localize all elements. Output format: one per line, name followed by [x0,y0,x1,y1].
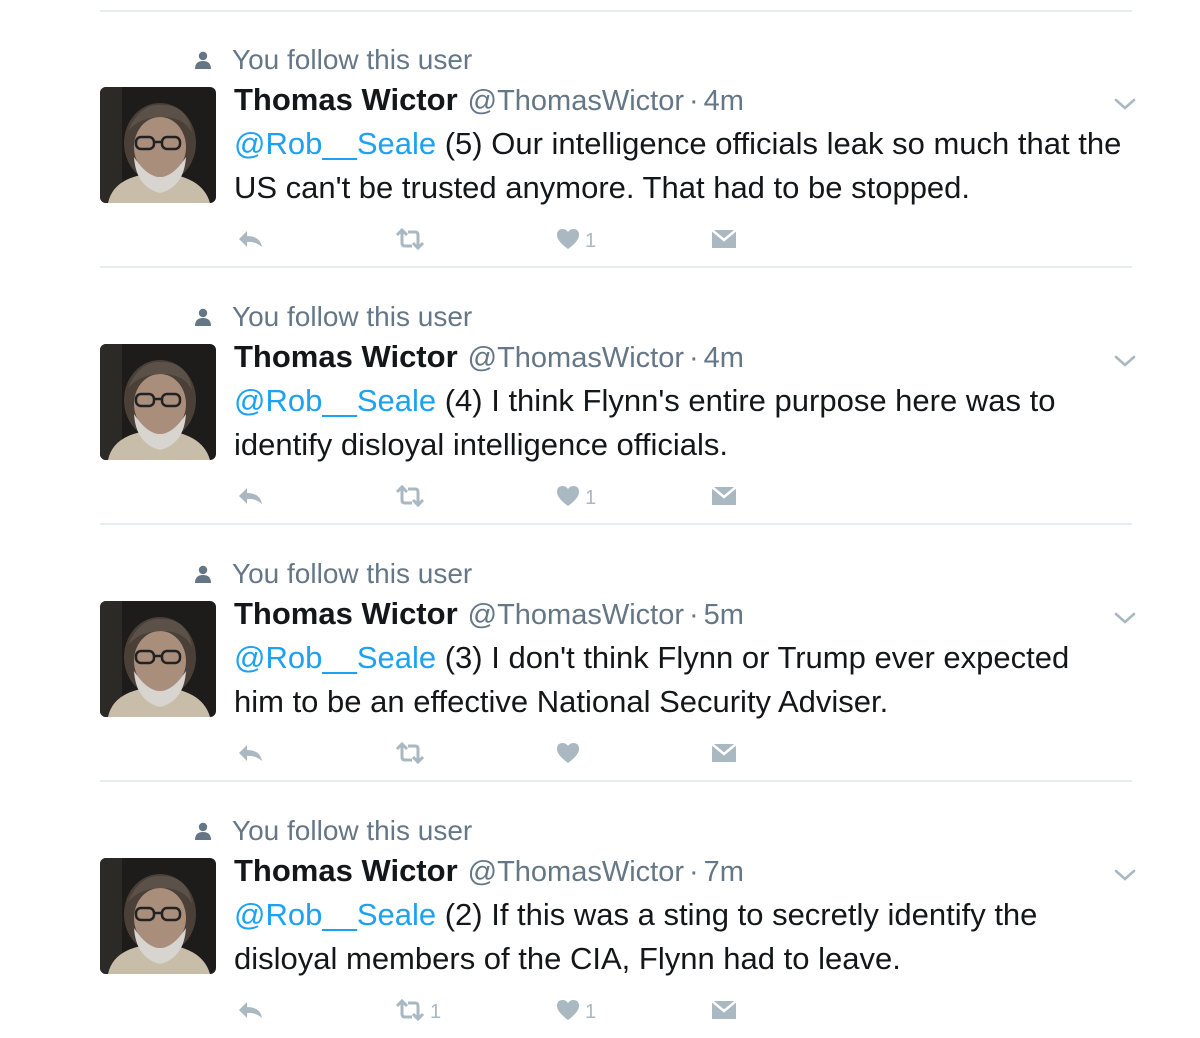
tweet-4[interactable]: You follow this user Thomas Wictor @Thom… [0,781,1200,1038]
retweet-button[interactable] [394,483,430,513]
like-button[interactable]: 1 [555,997,596,1027]
tweet-text: @Rob__Seale (4) I think Flynn's entire p… [234,379,1124,467]
like-button[interactable]: 1 [555,483,596,513]
tweet-text: @Rob__Seale (2) If this was a sting to s… [234,893,1124,981]
tweet-text: @Rob__Seale (3) I don't think Flynn or T… [234,636,1124,724]
author-handle[interactable]: @ThomasWictor [468,342,684,375]
direct-message-button[interactable] [711,483,737,513]
user-icon [192,820,214,842]
direct-message-button[interactable] [711,997,737,1027]
tweet-actions [0,740,1200,770]
like-button[interactable]: 1 [555,226,596,256]
tweet-2[interactable]: You follow this user Thomas Wictor @Thom… [0,267,1200,525]
avatar[interactable] [100,87,216,203]
retweet-count: 1 [430,1000,442,1023]
social-context-text: You follow this user [232,301,473,332]
reply-icon [236,741,264,770]
social-context-text: You follow this user [232,44,473,75]
like-count: 1 [585,486,597,509]
retweet-icon [394,998,426,1027]
timestamp[interactable]: 4m [704,342,744,375]
mention-link[interactable]: @Rob__Seale [234,897,436,932]
retweet-button[interactable] [394,226,430,256]
tweet-1[interactable]: You follow this user Thomas Wictor @Thom… [0,10,1200,268]
author-handle[interactable]: @ThomasWictor [468,599,684,632]
tweet-text: @Rob__Seale (5) Our intelligence officia… [234,122,1124,210]
reply-button[interactable] [236,997,264,1027]
avatar[interactable] [100,344,216,460]
timestamp[interactable]: 4m [704,85,744,118]
mention-link[interactable]: @Rob__Seale [234,383,436,418]
author-name[interactable]: Thomas Wictor [234,596,458,632]
reply-icon [236,998,264,1027]
social-context: You follow this user [192,554,472,594]
tweet-header: Thomas Wictor @ThomasWictor · 4m [234,339,744,383]
social-context: You follow this user [192,297,472,337]
social-context: You follow this user [192,811,472,851]
timestamp[interactable]: 7m [704,856,744,889]
social-context-text: You follow this user [232,558,473,589]
chevron-down-icon[interactable] [1112,865,1138,885]
separator-dot: · [689,599,699,631]
author-name[interactable]: Thomas Wictor [234,853,458,889]
author-handle[interactable]: @ThomasWictor [468,85,684,118]
tweet-header: Thomas Wictor @ThomasWictor · 7m [234,853,744,897]
heart-icon [555,998,581,1027]
tweet-actions: 1 1 [0,997,1200,1027]
tweet-actions: 1 [0,483,1200,513]
direct-message-button[interactable] [711,740,737,770]
reply-button[interactable] [236,226,264,256]
timestamp[interactable]: 5m [704,599,744,632]
tweet-header: Thomas Wictor @ThomasWictor · 4m [234,82,744,126]
reply-icon [236,484,264,513]
envelope-icon [711,742,737,769]
tweet-3[interactable]: You follow this user Thomas Wictor @Thom… [0,524,1200,782]
social-context: You follow this user [192,40,472,80]
like-count: 1 [585,1000,597,1023]
separator-dot: · [689,85,699,117]
direct-message-button[interactable] [711,226,737,256]
avatar[interactable] [100,858,216,974]
retweet-button[interactable] [394,740,430,770]
avatar[interactable] [100,601,216,717]
retweet-icon [394,484,426,513]
like-button[interactable] [555,740,585,770]
user-icon [192,306,214,328]
reply-button[interactable] [236,483,264,513]
reply-icon [236,227,264,256]
heart-icon [555,227,581,256]
reply-button[interactable] [236,740,264,770]
chevron-down-icon[interactable] [1112,94,1138,114]
retweet-icon [394,741,426,770]
social-context-text: You follow this user [232,815,473,846]
envelope-icon [711,228,737,255]
heart-icon [555,741,581,770]
envelope-icon [711,999,737,1026]
chevron-down-icon[interactable] [1112,351,1138,371]
user-icon [192,49,214,71]
mention-link[interactable]: @Rob__Seale [234,126,436,161]
like-count: 1 [585,229,597,252]
heart-icon [555,484,581,513]
author-handle[interactable]: @ThomasWictor [468,856,684,889]
author-name[interactable]: Thomas Wictor [234,82,458,118]
tweet-actions: 1 [0,226,1200,256]
separator-dot: · [689,856,699,888]
retweet-icon [394,227,426,256]
envelope-icon [711,485,737,512]
user-icon [192,563,214,585]
retweet-button[interactable]: 1 [394,997,441,1027]
chevron-down-icon[interactable] [1112,608,1138,628]
separator-dot: · [689,342,699,374]
author-name[interactable]: Thomas Wictor [234,339,458,375]
mention-link[interactable]: @Rob__Seale [234,640,436,675]
tweet-header: Thomas Wictor @ThomasWictor · 5m [234,596,744,640]
